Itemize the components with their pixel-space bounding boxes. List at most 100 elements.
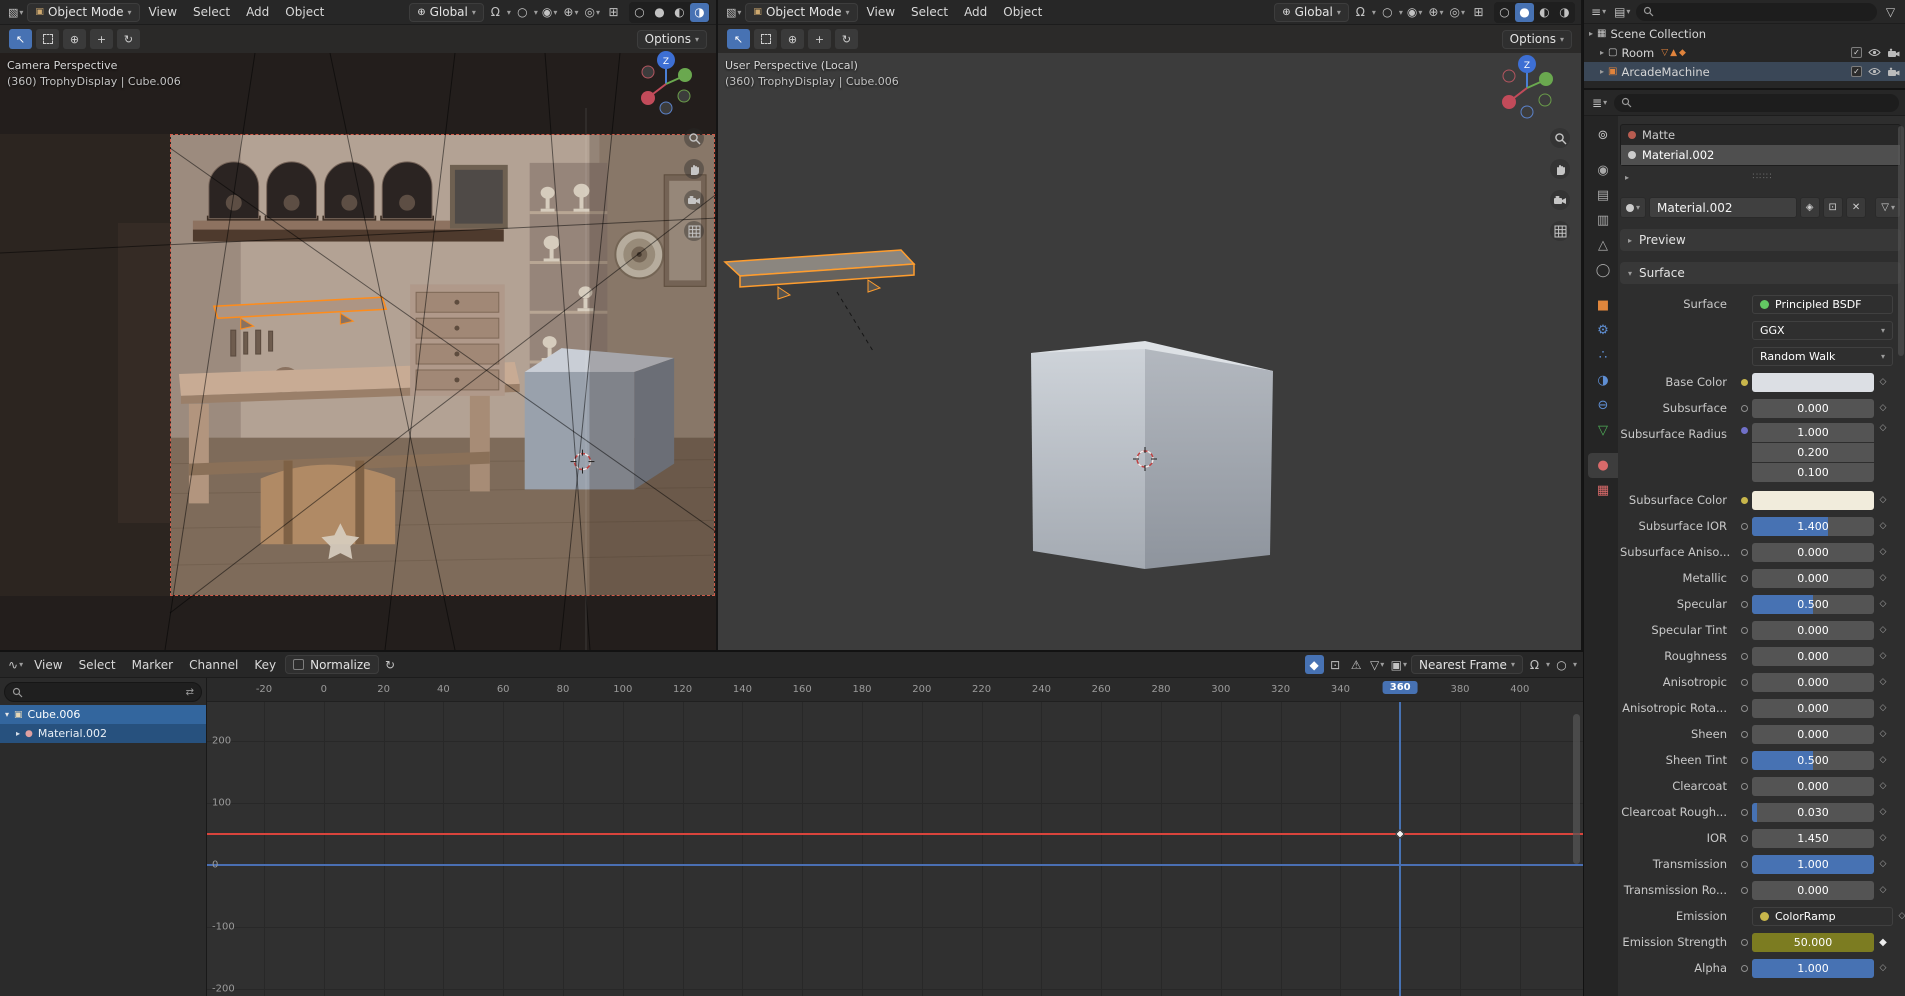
keyframe-button-roughness[interactable]: ◇ xyxy=(1874,651,1892,661)
proportional-editing-icon[interactable]: ○ xyxy=(1552,655,1571,674)
hide-eye-icon[interactable] xyxy=(1868,48,1881,57)
camera-view-icon[interactable] xyxy=(684,190,704,210)
expander-icon[interactable]: ▸ xyxy=(1589,29,1593,38)
show-errors-icon[interactable]: ⚠ xyxy=(1347,655,1366,674)
specular-field[interactable]: 0.500 xyxy=(1752,595,1874,614)
gizmos-toggle-icon[interactable]: ⊕▾ xyxy=(1426,3,1445,22)
navigation-gizmo[interactable]: Z xyxy=(628,46,704,122)
keyframe-button-ior[interactable]: ◇ xyxy=(1874,833,1892,843)
subsurface-ior-field[interactable]: 1.400 xyxy=(1752,517,1874,536)
node-link-dot[interactable] xyxy=(1736,783,1752,790)
tool-tab[interactable]: ⊚ xyxy=(1588,123,1618,148)
zoom-icon[interactable] xyxy=(684,128,704,148)
texture-tab[interactable]: ▦ xyxy=(1588,478,1618,503)
constraints-tab[interactable]: ⊖ xyxy=(1588,393,1618,418)
material-tab[interactable]: ● xyxy=(1588,453,1618,478)
menu-object[interactable]: Object xyxy=(996,5,1049,19)
channel-search-input[interactable]: ⇄ xyxy=(4,682,202,702)
playhead[interactable] xyxy=(1399,702,1401,996)
node-link-dot[interactable] xyxy=(1736,497,1752,504)
proportional-dropdown-icon[interactable]: ▾ xyxy=(1399,8,1403,17)
keyframe-button-sheen[interactable]: ◇ xyxy=(1874,729,1892,739)
proportional-editing-icon[interactable]: ○ xyxy=(1378,3,1397,22)
node-link-dot[interactable] xyxy=(1736,653,1752,660)
fake-user-shield-icon[interactable]: ◈ xyxy=(1800,197,1820,218)
unlink-icon[interactable]: ✕ xyxy=(1846,197,1866,218)
keyframe-button-specular[interactable]: ◇ xyxy=(1874,599,1892,609)
editor-type-button[interactable]: ▧▾ xyxy=(6,3,25,22)
menu-select[interactable]: Select xyxy=(186,5,237,19)
node-link-dot[interactable] xyxy=(1736,379,1752,386)
surface-node-button[interactable]: Principled BSDF xyxy=(1752,295,1893,314)
clearcoat-rough-field[interactable]: 0.030 xyxy=(1752,803,1874,822)
keyframe-button-metallic[interactable]: ◇ xyxy=(1874,573,1892,583)
object-types-visibility-icon[interactable]: ◉▾ xyxy=(540,3,560,22)
ior-field[interactable]: 1.450 xyxy=(1752,829,1874,848)
gizmos-toggle-icon[interactable]: ⊕▾ xyxy=(561,3,580,22)
search-options-icon[interactable]: ⇄ xyxy=(186,687,194,698)
menu-view[interactable]: View xyxy=(860,5,902,19)
snap-dropdown-icon[interactable]: ▾ xyxy=(1372,8,1376,17)
node-link-dot[interactable] xyxy=(1736,549,1752,556)
node-link-dot[interactable] xyxy=(1736,757,1752,764)
node-link-dot[interactable] xyxy=(1736,861,1752,868)
shading-material-icon[interactable]: ◐ xyxy=(670,3,689,22)
emission-strength-field[interactable]: 50.000 xyxy=(1752,933,1874,952)
pan-hand-icon[interactable] xyxy=(1550,159,1570,179)
node-link-dot[interactable] xyxy=(1736,939,1752,946)
render-camera-icon[interactable] xyxy=(1887,67,1900,77)
view-layer-tab[interactable]: ▥ xyxy=(1588,208,1618,233)
anisotropic-rota-field[interactable]: 0.000 xyxy=(1752,699,1874,718)
ge-menu-marker[interactable]: Marker xyxy=(125,658,180,672)
channel-row-cube-006[interactable]: ▾ ▣ Cube.006 xyxy=(0,705,206,724)
selectable-checkbox[interactable]: ✓ xyxy=(1851,66,1862,77)
ge-menu-key[interactable]: Key xyxy=(247,658,283,672)
snap-magnet-icon[interactable]: Ω xyxy=(1351,3,1370,22)
anisotropic-field[interactable]: 0.000 xyxy=(1752,673,1874,692)
keyframe-point[interactable] xyxy=(1395,829,1405,839)
node-link-dot[interactable] xyxy=(1736,601,1752,608)
fcurve-emission-strength[interactable] xyxy=(207,833,1583,835)
rotate-tool-button[interactable]: ↻ xyxy=(835,29,858,49)
outliner-row-scene-collection[interactable]: ▸ ▦ Scene Collection xyxy=(1584,24,1905,43)
keyframe-button-emission[interactable]: ◇ xyxy=(1893,911,1905,921)
node-link-dot[interactable] xyxy=(1736,679,1752,686)
slot-list-grip[interactable]: ▸ ∷∷∷ xyxy=(1620,169,1901,185)
copy-panel-icon[interactable]: ▣▾ xyxy=(1389,655,1409,674)
normalize-toggle[interactable]: Normalize xyxy=(285,655,378,674)
material-slot-material-002[interactable]: Material.002 xyxy=(1621,145,1900,165)
keyframe-button-subsurface-color[interactable]: ◇ xyxy=(1874,495,1892,505)
hide-eye-icon[interactable] xyxy=(1868,67,1881,76)
node-link-dot[interactable] xyxy=(1736,405,1752,412)
preview-panel-header[interactable]: ▸ Preview xyxy=(1620,229,1901,251)
keyframe-button-subsurface-radius[interactable]: ◇ xyxy=(1874,423,1892,433)
ortho-grid-icon[interactable] xyxy=(684,221,704,241)
keyframe-button-transmission-ro[interactable]: ◇ xyxy=(1874,885,1892,895)
select-box-tool-button[interactable] xyxy=(754,29,777,49)
subsurface-color-swatch[interactable] xyxy=(1752,491,1874,510)
random-walk-dropdown[interactable]: Random Walk▾ xyxy=(1752,347,1893,366)
sheen-tint-field[interactable]: 0.500 xyxy=(1752,751,1874,770)
material-name-field[interactable]: Material.002 xyxy=(1649,197,1797,218)
scene-tab[interactable]: △ xyxy=(1588,233,1618,258)
snap-magnet-icon[interactable]: Ω xyxy=(486,3,505,22)
only-selected-icon[interactable]: ⊡ xyxy=(1326,655,1345,674)
refresh-icon[interactable]: ↻ xyxy=(381,655,400,674)
object-types-visibility-icon[interactable]: ◉▾ xyxy=(1405,3,1425,22)
move-tool-button[interactable]: + xyxy=(808,29,831,49)
menu-select[interactable]: Select xyxy=(904,5,955,19)
node-link-dot[interactable] xyxy=(1736,427,1752,434)
ortho-grid-icon[interactable] xyxy=(1550,221,1570,241)
object-tab[interactable]: ■ xyxy=(1588,293,1618,318)
viewport-camera[interactable]: ▧▾ ▣Object Mode▾ View Select Add Object … xyxy=(0,0,718,650)
selectable-checkbox[interactable]: ✓ xyxy=(1851,47,1862,58)
browse-material-button[interactable]: ▾ xyxy=(1620,197,1646,218)
camera-frame[interactable] xyxy=(170,134,715,596)
properties-editor-type-icon[interactable]: ≣▾ xyxy=(1590,93,1609,112)
graph-scrollbar[interactable] xyxy=(1573,714,1580,864)
cursor-tool-button[interactable]: ⊕ xyxy=(63,29,86,49)
base-color-swatch[interactable] xyxy=(1752,373,1874,392)
xray-toggle-icon[interactable]: ⊞ xyxy=(1469,3,1488,22)
expander-icon[interactable]: ▸ xyxy=(1600,67,1604,76)
transform-orientation-select[interactable]: ⊕Global▾ xyxy=(1274,3,1349,22)
